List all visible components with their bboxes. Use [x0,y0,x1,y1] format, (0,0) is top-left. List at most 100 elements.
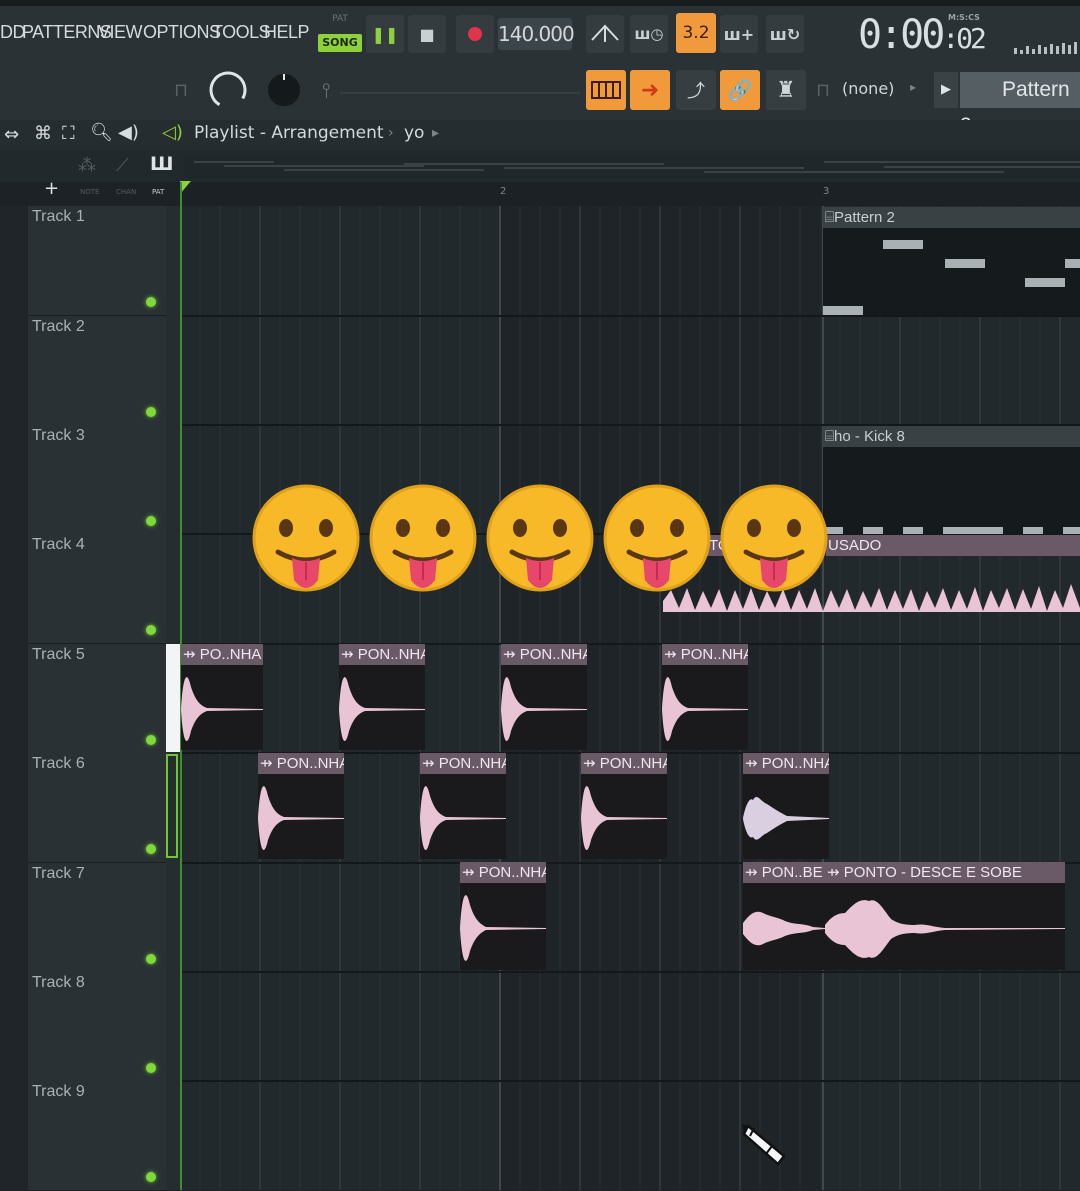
plugin-icon: ⊓ [816,80,831,101]
wait-input-button[interactable]: ш◷ [630,15,668,53]
time-format: M:S:CS [948,13,980,22]
menu-options[interactable]: OPTIONS [143,22,221,43]
move-arrows-icon[interactable]: ⇔ [4,124,19,145]
playlist-pattern[interactable]: yo [404,123,424,143]
clip-arrow-icon: ⇸ [341,646,358,663]
clip-t6-4[interactable]: ⇸ PON..NHA [743,753,829,859]
track-mute-led[interactable] [146,407,156,417]
step-sequencer-button[interactable]: ➜ [630,70,670,110]
track-mute-led[interactable] [146,954,156,964]
time-main: 0:00 [858,12,945,58]
automation-tool-icon[interactable]: ⟋ [116,155,129,176]
pat-filter-label[interactable]: PAT [152,188,164,196]
stop-icon: ■ [419,24,435,44]
clip-label: PON..NHA [519,646,587,663]
clip-body [581,774,667,859]
typing-keyboard-button[interactable] [586,70,626,110]
tongue-emoji-icon [603,484,711,592]
record-icon [468,27,482,41]
clip-body [181,665,263,750]
record-button[interactable] [456,15,494,53]
pattern-tool-icon[interactable]: Ш [150,153,173,175]
pattern-prev-button[interactable]: ▶ [934,72,958,108]
track-header-7[interactable]: Track 7 [28,863,166,973]
clip-t5-3[interactable]: ⇸ PON..NHA [501,644,587,750]
playlist-grid[interactable] [180,206,1080,1190]
clip-label: PON..NHA [599,755,667,772]
slider-handle-icon[interactable]: ⫯ [322,78,331,102]
clip-menu-icon[interactable]: ⌸ [825,428,834,445]
clip-t7-1[interactable]: ⇸ PON..NHA [460,862,546,970]
clip-header: ⇸ PON..NHA [501,644,587,665]
clip-header: ⇸ PON..BE [743,862,825,883]
step-edit-button[interactable]: ш+ [720,15,758,53]
stop-button[interactable]: ■ [408,15,446,53]
clip-kick[interactable]: ⌸ho - Kick 8 [823,426,1080,534]
track-mute-led[interactable] [146,1172,156,1182]
clip-pattern-2[interactable]: ⌸Pattern 2 [823,207,1080,315]
track-header-9[interactable]: Track 9 [28,1081,166,1191]
master-volume-knob[interactable] [206,68,252,114]
menu-help[interactable]: HELP [264,22,310,43]
track-mute-led[interactable] [146,297,156,307]
master-pitch-knob[interactable] [262,68,308,114]
track-header-6[interactable]: Track 6 [28,753,166,863]
tempo-display[interactable]: 140.000 [498,18,575,50]
fullscreen-icon[interactable]: ⛶ [62,123,75,144]
add-track-button[interactable]: + [44,178,59,199]
track-mute-led[interactable] [146,1063,156,1073]
menu-tools[interactable]: TOOLS [212,22,271,43]
clip-t7-3[interactable]: ⇸ PONTO - DESCE E SOBE [825,862,1065,970]
metronome-button[interactable] [586,15,624,53]
pause-button[interactable]: ❚❚ [366,15,404,53]
mixer-button[interactable]: ♜ [766,70,806,110]
clip-label: Pattern 2 [834,209,895,226]
scroll-follow-button[interactable]: ⤴ [676,70,716,110]
track-header-5[interactable]: Track 5 [28,644,166,754]
clip-t6-2[interactable]: ⇸ PON..NHA [420,753,506,859]
track-list-gutter [0,206,28,1190]
track-header-8[interactable]: Track 8 [28,972,166,1082]
clip-t6-1[interactable]: ⇸ PON..NHA [258,753,344,859]
timeline-ruler[interactable] [180,182,1080,206]
clip-menu-icon[interactable]: ⌸ [825,209,834,226]
link-button[interactable]: 🔗 [720,70,760,110]
clip-header: ⇸ PON..NHA [581,753,667,774]
waveform-tool-icon[interactable]: ⁂ [78,155,96,176]
clip-t6-3[interactable]: ⇸ PON..NHA [581,753,667,859]
snap-label: 3.2 [682,23,710,43]
clip-t5-2[interactable]: ⇸ PON..NHA [339,644,425,750]
track-header-1[interactable]: Track 1 [28,206,166,316]
loop-record-button[interactable]: ш↻ [766,15,804,53]
track-header-3[interactable]: Track 3 [28,425,166,535]
pat-song-toggle[interactable]: PAT SONG [318,14,362,56]
track-mute-led[interactable] [146,844,156,854]
playlist-overview[interactable] [184,156,1080,178]
speaker-icon[interactable]: ◀) [118,122,139,143]
magnet-icon[interactable]: ⌘ [34,123,52,144]
track-mute-led[interactable] [146,516,156,526]
clip-t7-2[interactable]: ⇸ PON..BE [743,862,825,970]
zoom-icon[interactable]: 🔍︎ [90,122,113,143]
clip-arrow-icon: ⇸ [183,646,200,663]
clip-body [823,447,1080,534]
chan-filter-label[interactable]: CHAN [116,188,136,196]
track-mute-led[interactable] [146,735,156,745]
track-mute-led[interactable] [146,625,156,635]
clip-label: PON..BE [761,864,823,881]
clip-t5-4[interactable]: ⇸ PON..NHA [662,644,748,750]
waveform [501,677,587,741]
playlist-speaker-icon: ◁) [162,122,183,143]
waveform [743,796,829,840]
snap-button[interactable]: 3.2 [676,13,716,53]
menu-view[interactable]: VIEW [98,22,143,43]
ruler-tick-2: 2 [500,186,507,197]
clip-t5-1[interactable]: ⇸ PO..NHA [181,644,263,750]
cpu-meter-icon [1014,42,1077,54]
track-header-4[interactable]: Track 4 [28,534,166,644]
pattern-selector[interactable]: Pattern 3 [960,72,1080,137]
track-header-2[interactable]: Track 2 [28,316,166,426]
pat-label: PAT [332,14,348,24]
channel-selector[interactable]: (none) [842,79,894,98]
note-filter-label[interactable]: NOTE [80,188,99,196]
